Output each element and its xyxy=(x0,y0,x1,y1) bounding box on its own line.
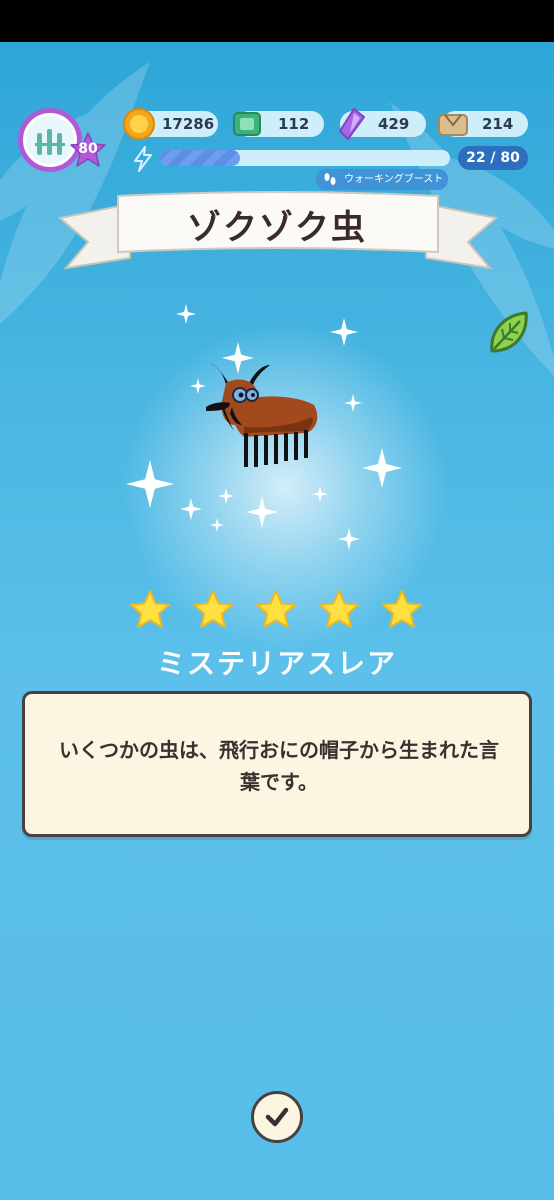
footprints-icon xyxy=(324,173,336,185)
player-level: 80 xyxy=(78,141,98,157)
sparkle-icon xyxy=(338,528,360,550)
material-counter[interactable]: 214 xyxy=(438,111,528,137)
walking-boost-label: ウォーキングブースト xyxy=(344,174,444,185)
sparkle-icon xyxy=(344,394,362,412)
checkmark-icon xyxy=(265,1107,289,1127)
rarity-stars xyxy=(128,588,428,632)
crystal-counter[interactable]: 429 xyxy=(339,108,426,140)
sparkle-icon xyxy=(180,498,202,520)
crystal-value: 429 xyxy=(378,115,410,133)
crystal-icon xyxy=(339,108,365,140)
sparkle-icon xyxy=(246,496,278,528)
star-icon xyxy=(193,590,233,628)
creature-name: ゾクゾク虫 xyxy=(187,208,367,248)
star-icon xyxy=(130,590,170,628)
coin-counter[interactable]: 17286 xyxy=(123,108,218,140)
sparkle-icon xyxy=(312,486,328,502)
sparkle-icon xyxy=(176,304,196,324)
creature-illustration xyxy=(206,363,318,467)
rarity-label: ミステリアスレア xyxy=(156,647,397,680)
star-icon xyxy=(382,590,422,628)
parcel-icon xyxy=(438,114,468,136)
lightning-icon xyxy=(134,146,152,172)
ticket-counter[interactable]: 112 xyxy=(233,111,324,137)
sparkle-icon xyxy=(126,460,174,508)
leaf-icon[interactable] xyxy=(484,309,532,357)
energy-count: 22 / 80 xyxy=(458,146,528,170)
sparkle-icon xyxy=(330,318,358,346)
ticket-value: 112 xyxy=(278,115,310,133)
energy-bar xyxy=(160,150,450,166)
coin-icon xyxy=(123,108,155,140)
player-house-icon xyxy=(26,116,74,164)
sparkle-icon xyxy=(210,518,224,532)
coin-value: 17286 xyxy=(162,115,215,133)
confirm-button[interactable] xyxy=(251,1091,303,1143)
sparkle-icon xyxy=(362,448,402,488)
ticket-icon xyxy=(233,112,261,136)
star-icon xyxy=(256,590,296,628)
walking-boost-button[interactable]: ウォーキングブースト xyxy=(316,169,448,190)
energy-bar-fill xyxy=(160,150,240,166)
material-value: 214 xyxy=(482,115,514,133)
description-card: いくつかの虫は、飛行おにの帽子から生まれた言葉です。 xyxy=(22,691,532,837)
star-icon xyxy=(319,590,359,628)
status-bar xyxy=(0,0,554,42)
sparkle-icon xyxy=(218,488,234,504)
description-text: いくつかの虫は、飛行おにの帽子から生まれた言葉です。 xyxy=(59,738,499,794)
